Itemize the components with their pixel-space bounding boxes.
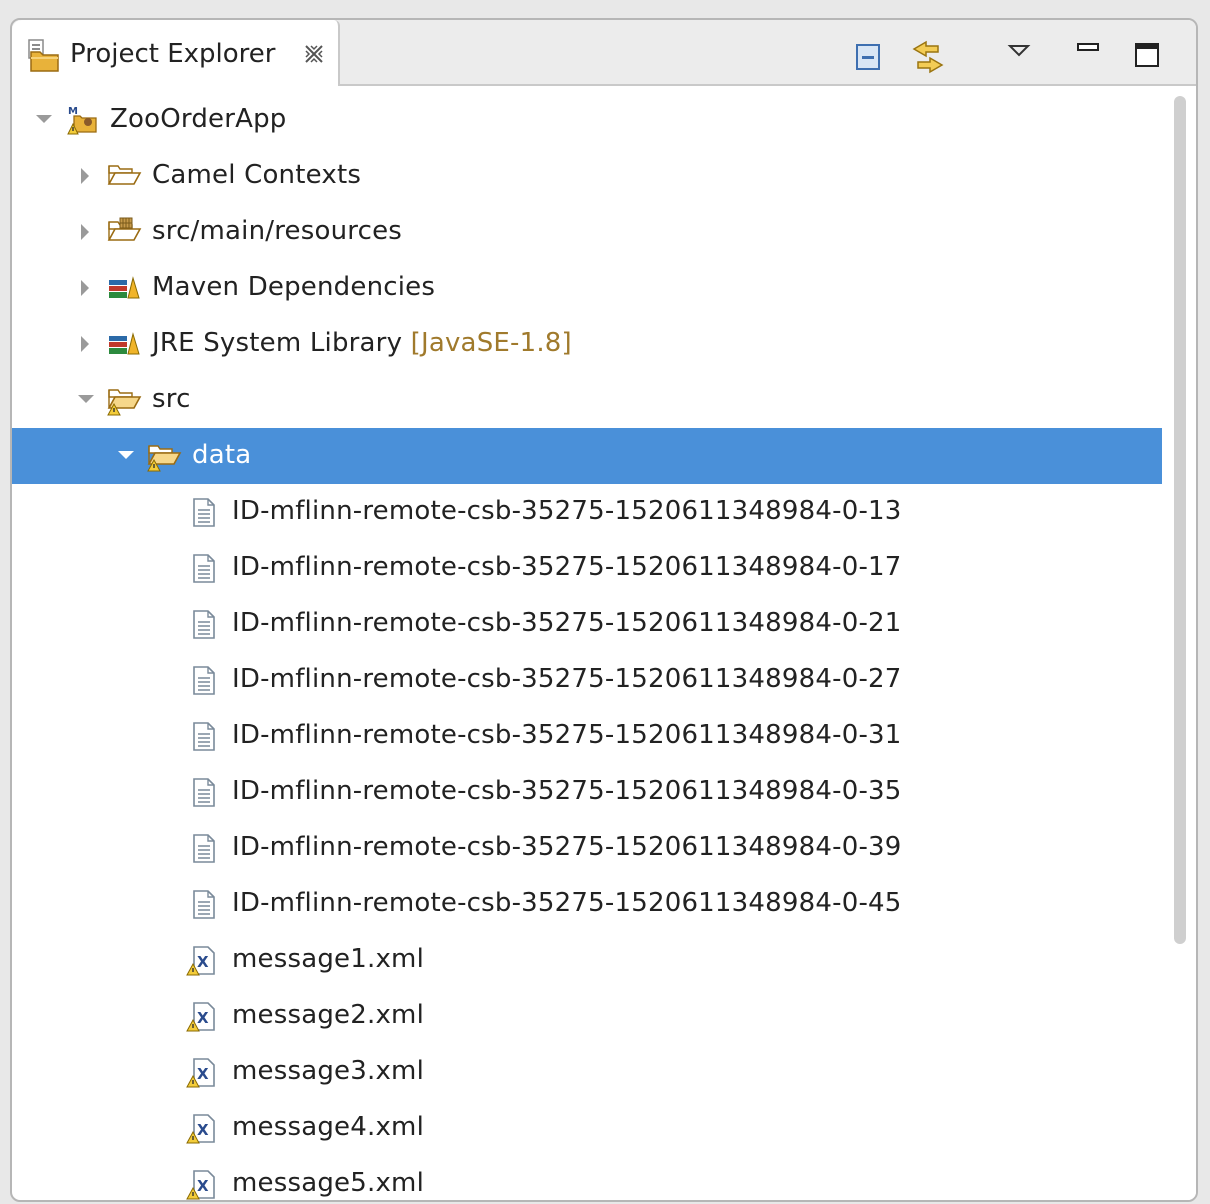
tree-item-file[interactable]: ID-mflinn-remote-csb-35275-1520611348984… xyxy=(12,652,1162,708)
svg-text:M: M xyxy=(68,106,78,117)
text-file-icon xyxy=(188,496,224,528)
tree-item-label: ID-mflinn-remote-csb-35275-1520611348984… xyxy=(232,776,902,806)
xml-file-warning-icon: X xyxy=(186,944,222,976)
view-toolbar: Project Explorer xyxy=(12,20,1196,86)
tree-item-label: ID-mflinn-remote-csb-35275-1520611348984… xyxy=(232,888,902,918)
tree-item-resources[interactable]: src/main/resources xyxy=(12,204,1162,260)
xml-file-warning-icon: X xyxy=(186,1056,222,1088)
jre-version-decoration: [JavaSE-1.8] xyxy=(410,328,572,358)
open-folder-icon xyxy=(106,160,142,192)
collapsed-arrow-icon[interactable] xyxy=(76,166,96,190)
text-file-icon xyxy=(188,776,224,808)
tree-item-file[interactable]: ID-mflinn-remote-csb-35275-1520611348984… xyxy=(12,876,1162,932)
text-file-icon xyxy=(188,664,224,696)
collapsed-arrow-icon[interactable] xyxy=(76,222,96,246)
tree-item-label: src/main/resources xyxy=(152,216,403,246)
tree-item-label: ID-mflinn-remote-csb-35275-1520611348984… xyxy=(232,720,902,750)
project-explorer-view: Project Explorer M ZooOrderApp Camel Con… xyxy=(10,18,1198,1202)
jre-label-text: JRE System Library xyxy=(152,328,403,358)
svg-text:X: X xyxy=(197,953,209,971)
tree-item-label: JRE System Library [JavaSE-1.8] xyxy=(152,327,572,359)
tree-item-file[interactable]: ID-mflinn-remote-csb-35275-1520611348984… xyxy=(12,820,1162,876)
source-folder-icon xyxy=(106,216,142,248)
vertical-scrollbar[interactable] xyxy=(1162,86,1196,1200)
tree-item-src[interactable]: src xyxy=(12,372,1162,428)
collapsed-arrow-icon[interactable] xyxy=(76,334,96,358)
tab-project-explorer[interactable]: Project Explorer xyxy=(12,20,340,86)
expanded-arrow-icon[interactable] xyxy=(34,110,54,134)
tree-item-label: message5.xml xyxy=(232,1168,424,1198)
open-folder-warning-icon xyxy=(146,440,182,472)
svg-text:X: X xyxy=(197,1177,209,1195)
tree-item-maven-dependencies[interactable]: Maven Dependencies xyxy=(12,260,1162,316)
tree-item-camel-contexts[interactable]: Camel Contexts xyxy=(12,148,1162,204)
svg-text:X: X xyxy=(197,1009,209,1027)
tree-item-xml-file[interactable]: X message3.xml xyxy=(12,1044,1162,1100)
tree-item-file[interactable]: ID-mflinn-remote-csb-35275-1520611348984… xyxy=(12,596,1162,652)
project-explorer-icon xyxy=(26,38,62,78)
tree-item-project[interactable]: M ZooOrderApp xyxy=(12,92,1162,148)
text-file-icon xyxy=(188,608,224,640)
expanded-arrow-icon[interactable] xyxy=(116,446,136,470)
tree-item-xml-file[interactable]: X message5.xml xyxy=(12,1156,1162,1200)
text-file-icon xyxy=(188,552,224,584)
tree-item-label: ID-mflinn-remote-csb-35275-1520611348984… xyxy=(232,608,902,638)
tree-item-xml-file[interactable]: X message2.xml xyxy=(12,988,1162,1044)
tree-item-xml-file[interactable]: X message4.xml xyxy=(12,1100,1162,1156)
library-icon xyxy=(106,272,142,304)
close-icon[interactable] xyxy=(302,42,326,70)
text-file-icon xyxy=(188,888,224,920)
minimize-icon[interactable] xyxy=(1072,38,1108,74)
text-file-icon xyxy=(188,832,224,864)
xml-file-warning-icon: X xyxy=(186,1168,222,1200)
view-title: Project Explorer xyxy=(70,39,276,69)
project-tree: M ZooOrderApp Camel Contexts src/main/re… xyxy=(12,86,1196,1200)
open-folder-warning-icon xyxy=(106,384,142,416)
tree-item-file[interactable]: ID-mflinn-remote-csb-35275-1520611348984… xyxy=(12,708,1162,764)
tree-item-jre[interactable]: JRE System Library [JavaSE-1.8] xyxy=(12,316,1162,372)
tree-item-label: ID-mflinn-remote-csb-35275-1520611348984… xyxy=(232,552,902,582)
svg-text:X: X xyxy=(197,1121,209,1139)
tree-item-label: message4.xml xyxy=(232,1112,424,1142)
tree-item-label: src xyxy=(152,384,191,414)
tree-item-label: message3.xml xyxy=(232,1056,424,1086)
tree-item-file[interactable]: ID-mflinn-remote-csb-35275-1520611348984… xyxy=(12,764,1162,820)
tree-item-label: ID-mflinn-remote-csb-35275-1520611348984… xyxy=(232,664,902,694)
tree-item-data[interactable]: data xyxy=(12,428,1162,484)
tree-item-label: ZooOrderApp xyxy=(110,104,287,134)
text-file-icon xyxy=(188,720,224,752)
tree-item-xml-file[interactable]: X message1.xml xyxy=(12,932,1162,988)
view-menu-icon[interactable] xyxy=(1002,38,1038,74)
tree-item-file[interactable]: ID-mflinn-remote-csb-35275-1520611348984… xyxy=(12,484,1162,540)
svg-text:X: X xyxy=(197,1065,209,1083)
tree-item-label: message1.xml xyxy=(232,944,424,974)
xml-file-warning-icon: X xyxy=(186,1112,222,1144)
library-icon xyxy=(106,328,142,360)
tree-item-label: ID-mflinn-remote-csb-35275-1520611348984… xyxy=(232,496,902,526)
tree-item-label: data xyxy=(192,440,252,470)
tree-item-label: Camel Contexts xyxy=(152,160,362,190)
maximize-icon[interactable] xyxy=(1130,38,1166,74)
expanded-arrow-icon[interactable] xyxy=(76,390,96,414)
collapsed-arrow-icon[interactable] xyxy=(76,278,96,302)
link-with-editor-icon[interactable] xyxy=(908,38,944,74)
tree-item-label: ID-mflinn-remote-csb-35275-1520611348984… xyxy=(232,832,902,862)
collapse-all-icon[interactable] xyxy=(852,38,888,74)
tree-item-label: Maven Dependencies xyxy=(152,272,436,302)
tree-item-label: message2.xml xyxy=(232,1000,424,1030)
tree-item-file[interactable]: ID-mflinn-remote-csb-35275-1520611348984… xyxy=(12,540,1162,596)
xml-file-warning-icon: X xyxy=(186,1000,222,1032)
scrollbar-thumb[interactable] xyxy=(1174,96,1186,944)
maven-project-icon: M xyxy=(64,104,100,136)
